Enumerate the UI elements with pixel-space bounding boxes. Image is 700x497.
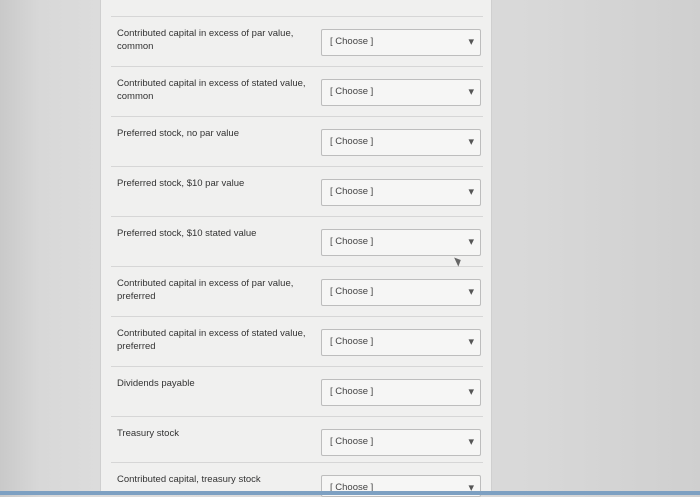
matching-row: Contributed capital in excess of par val… (111, 266, 483, 317)
row-label: Contributed capital in excess of stated … (117, 327, 317, 353)
dropdown-value: [ Choose ] (330, 236, 374, 247)
dropdown-value: [ Choose ] (330, 286, 374, 297)
answer-dropdown[interactable]: [ Choose ] ▾ (321, 79, 481, 106)
row-label: Contributed capital in excess of par val… (117, 27, 317, 53)
matching-row: Contributed capital in excess of par val… (111, 16, 483, 67)
row-label-line1: Contributed capital in excess of stated … (117, 328, 306, 339)
row-label-line2: common (117, 41, 154, 52)
matching-row: Preferred stock, $10 par value [ Choose … (111, 166, 483, 217)
chevron-down-icon: ▾ (468, 86, 474, 98)
dropdown-value: [ Choose ] (330, 386, 374, 397)
question-panel: Contributed capital in excess of par val… (100, 0, 492, 497)
row-label-line1: Contributed capital in excess of par val… (117, 278, 294, 289)
chevron-down-icon: ▾ (468, 336, 474, 348)
chevron-down-icon: ▾ (468, 36, 474, 48)
answer-dropdown[interactable]: [ Choose ] ▾ (321, 129, 481, 156)
row-label-line1: Preferred stock, $10 par value (117, 178, 245, 189)
row-label-line1: Contributed capital, treasury stock (117, 474, 261, 485)
chevron-down-icon: ▾ (468, 436, 474, 448)
row-label-line1: Preferred stock, $10 stated value (117, 228, 257, 239)
matching-row: Treasury stock [ Choose ] ▾ (111, 416, 483, 467)
answer-dropdown[interactable]: [ Choose ] ▾ (321, 429, 481, 456)
answer-dropdown[interactable]: [ Choose ] ▾ (321, 179, 481, 206)
row-label-line1: Treasury stock (117, 428, 179, 439)
chevron-down-icon: ▾ (468, 386, 474, 398)
answer-dropdown[interactable]: [ Choose ] ▾ (321, 329, 481, 356)
row-label-line1: Preferred stock, no par value (117, 128, 239, 139)
chevron-down-icon: ▾ (468, 236, 474, 248)
answer-dropdown[interactable]: [ Choose ] ▾ (321, 229, 481, 256)
row-label: Dividends payable (117, 377, 317, 390)
answer-dropdown[interactable]: [ Choose ] ▾ (321, 29, 481, 56)
dropdown-value: [ Choose ] (330, 436, 374, 447)
row-label: Preferred stock, no par value (117, 127, 317, 140)
row-label: Contributed capital in excess of par val… (117, 277, 317, 303)
matching-row: Contributed capital, treasury stock [ Ch… (111, 462, 483, 497)
row-label: Preferred stock, $10 par value (117, 177, 317, 190)
row-label-line1: Contributed capital in excess of stated … (117, 78, 306, 89)
row-label-line1: Contributed capital in excess of par val… (117, 28, 294, 39)
matching-row: Preferred stock, $10 stated value [ Choo… (111, 216, 483, 267)
matching-row: Preferred stock, no par value [ Choose ]… (111, 116, 483, 167)
answer-dropdown[interactable]: [ Choose ] ▾ (321, 279, 481, 306)
matching-row: Contributed capital in excess of stated … (111, 316, 483, 367)
chevron-down-icon: ▾ (468, 286, 474, 298)
dropdown-value: [ Choose ] (330, 86, 374, 97)
matching-row: Contributed capital in excess of stated … (111, 66, 483, 117)
row-label: Contributed capital, treasury stock (117, 473, 317, 486)
row-label-line2: preferred (117, 341, 156, 352)
chevron-down-icon: ▾ (468, 136, 474, 148)
row-label: Treasury stock (117, 427, 317, 440)
dropdown-value: [ Choose ] (330, 36, 374, 47)
matching-row: Dividends payable [ Choose ] ▾ (111, 366, 483, 417)
chevron-down-icon: ▾ (468, 186, 474, 198)
row-label: Preferred stock, $10 stated value (117, 227, 317, 240)
row-label-line2: common (117, 91, 154, 102)
row-label-line1: Dividends payable (117, 378, 195, 389)
dropdown-value: [ Choose ] (330, 186, 374, 197)
row-label-line2: preferred (117, 291, 156, 302)
answer-dropdown[interactable]: [ Choose ] ▾ (321, 379, 481, 406)
dropdown-value: [ Choose ] (330, 136, 374, 147)
screen-bottom-bar (0, 491, 700, 495)
dropdown-value: [ Choose ] (330, 336, 374, 347)
row-label: Contributed capital in excess of stated … (117, 77, 317, 103)
